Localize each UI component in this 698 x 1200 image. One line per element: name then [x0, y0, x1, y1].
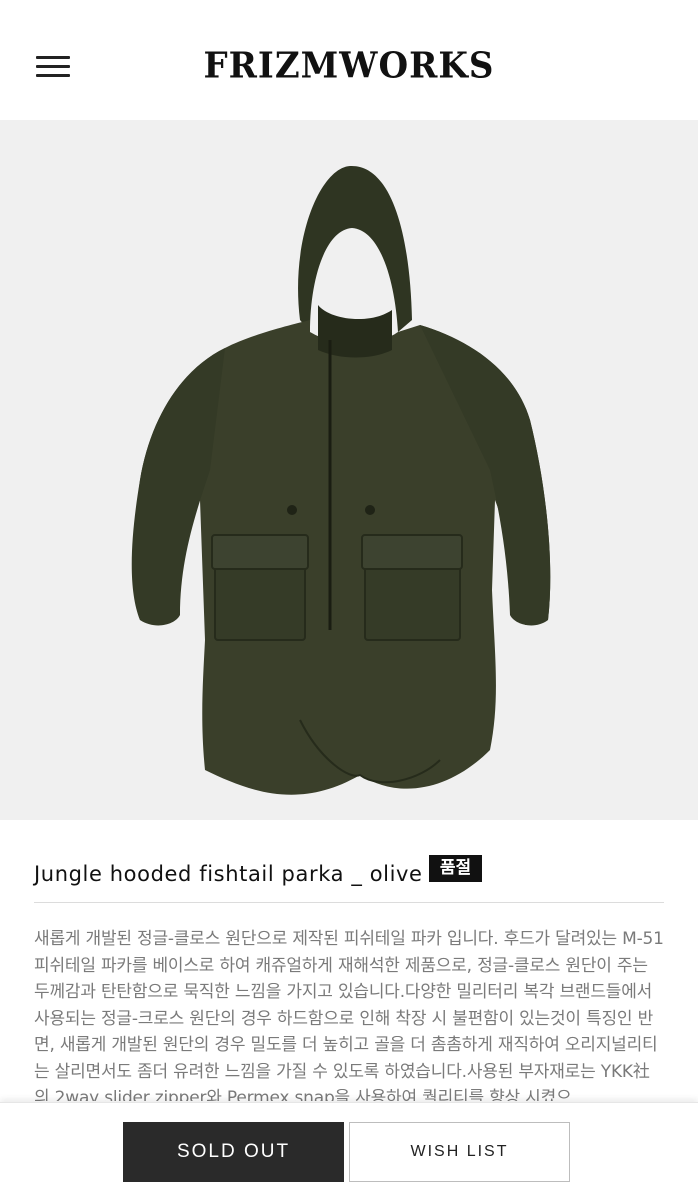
site-header: FRIZMWORKS: [0, 0, 698, 120]
bottom-action-bar: SOLD OUT WISH LIST: [0, 1102, 698, 1200]
product-image: [0, 120, 698, 820]
brand-logo[interactable]: FRIZMWORKS: [0, 45, 698, 87]
product-title: Jungle hooded fishtail parka _ olive: [34, 862, 423, 886]
product-description: 새롭게 개발된 정글-클로스 원단으로 제작된 피쉬테일 파카 입니다. 후드가…: [34, 929, 664, 1101]
sold-out-button[interactable]: SOLD OUT: [123, 1122, 344, 1182]
sold-out-badge: 품절: [429, 855, 482, 882]
wish-list-button[interactable]: WISH LIST: [349, 1122, 570, 1182]
divider: [34, 902, 664, 903]
parka-illustration: [131, 165, 551, 795]
product-info: Jungle hooded fishtail parka _ olive 품절: [34, 852, 664, 892]
